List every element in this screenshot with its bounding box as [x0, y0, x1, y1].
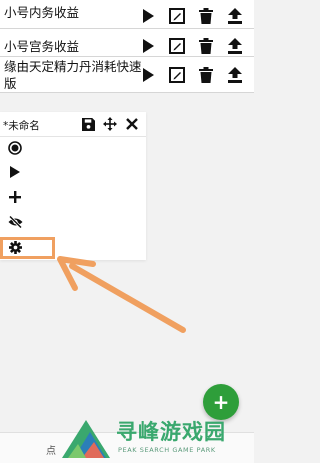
script-name: 小号内务收益 — [4, 5, 80, 20]
play-icon[interactable] — [6, 163, 24, 181]
close-icon[interactable] — [124, 116, 140, 132]
row-actions — [137, 7, 246, 25]
edit-icon[interactable] — [166, 7, 188, 25]
panel-header[interactable]: *未命名 — [0, 112, 146, 137]
row-actions — [137, 37, 246, 55]
panel-title: *未命名 — [3, 120, 40, 132]
add-icon[interactable] — [6, 188, 24, 206]
upload-icon[interactable] — [224, 66, 246, 84]
trash-icon[interactable] — [195, 7, 217, 25]
script-row[interactable]: 小号宫务收益 — [0, 29, 254, 57]
upload-icon[interactable] — [224, 37, 246, 55]
bottom-bar: 点 — [0, 432, 254, 463]
record-icon[interactable] — [6, 139, 24, 157]
trash-icon[interactable] — [195, 37, 217, 55]
script-row[interactable]: 缘由天定精力丹消耗快速版 — [0, 57, 254, 93]
play-icon[interactable] — [137, 7, 159, 25]
panel-header-actions — [80, 116, 140, 132]
edit-icon[interactable] — [166, 37, 188, 55]
edit-icon[interactable] — [166, 66, 188, 84]
trash-icon[interactable] — [195, 66, 217, 84]
row-actions — [137, 66, 246, 84]
script-list: 小号内务收益 小号宫务收益 缘由天定精力丹消耗快速版 — [0, 0, 254, 93]
bottom-bar-label: 点 — [46, 446, 56, 457]
move-icon[interactable] — [102, 116, 118, 132]
gear-icon[interactable] — [6, 238, 24, 256]
upload-icon[interactable] — [224, 7, 246, 25]
script-name: 小号宫务收益 — [4, 39, 80, 54]
play-icon[interactable] — [137, 66, 159, 84]
save-icon[interactable] — [80, 116, 96, 132]
recorder-panel: *未命名 — [0, 112, 146, 260]
script-row[interactable]: 小号内务收益 — [0, 0, 254, 29]
play-icon[interactable] — [137, 37, 159, 55]
add-script-button[interactable]: + — [203, 384, 239, 420]
script-name: 缘由天定精力丹消耗快速版 — [4, 59, 142, 91]
eye-off-icon[interactable] — [6, 213, 24, 231]
